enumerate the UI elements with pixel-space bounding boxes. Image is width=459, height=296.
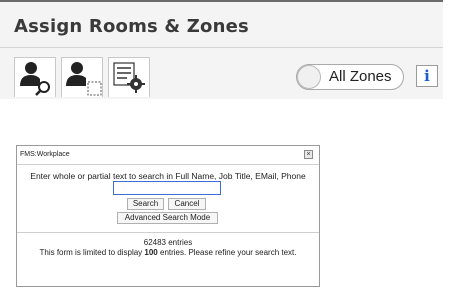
limit-prefix: This form is limited to display xyxy=(39,248,145,257)
dialog-body: Enter whole or partial text to search in… xyxy=(17,165,319,232)
person-search-icon xyxy=(20,62,50,96)
limit-suffix: entries. Please refine your search text. xyxy=(157,248,297,257)
person-select-area-button[interactable] xyxy=(61,57,103,97)
search-button[interactable]: Search xyxy=(127,198,164,210)
page-title: Assign Rooms & Zones xyxy=(14,16,249,37)
search-prompt: Enter whole or partial text to search in… xyxy=(30,171,306,181)
advanced-search-button[interactable]: Advanced Search Mode xyxy=(117,212,218,224)
search-input[interactable] xyxy=(113,181,221,195)
person-search-button[interactable] xyxy=(14,57,56,97)
list-settings-icon xyxy=(113,62,145,93)
dialog-footer: 62483 entries This form is limited to di… xyxy=(17,233,319,286)
entries-count: 62483 entries xyxy=(143,238,193,247)
limit-number: 100 xyxy=(144,248,158,257)
search-dialog: FMS:Workplace × Enter whole or partial t… xyxy=(16,145,320,287)
assign-panel: Assign Rooms & Zones All Zones i xyxy=(0,2,443,99)
cancel-button[interactable]: Cancel xyxy=(168,198,206,210)
person-select-area-icon xyxy=(66,62,102,96)
list-settings-button[interactable] xyxy=(108,57,150,97)
dialog-title: FMS:Workplace xyxy=(20,151,70,158)
all-zones-toggle[interactable]: All Zones xyxy=(296,64,404,90)
limit-notice: This form is limited to display 100 entr… xyxy=(17,248,319,257)
toggle-knob[interactable] xyxy=(297,65,321,89)
close-icon[interactable]: × xyxy=(304,150,313,159)
toggle-label: All Zones xyxy=(329,68,392,85)
info-icon[interactable]: i xyxy=(416,65,438,87)
header-divider xyxy=(0,47,443,48)
